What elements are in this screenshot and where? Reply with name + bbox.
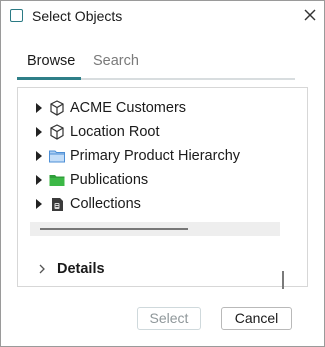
expand-arrow-icon[interactable] [36,199,42,209]
tree-item-publications[interactable]: Publications [24,168,274,192]
expand-arrow-icon[interactable] [36,103,42,113]
cube-icon [50,100,64,116]
folder-green-icon [49,175,65,186]
expand-arrow-icon[interactable] [36,175,42,185]
cube-icon [50,124,64,140]
vertical-scrollbar-thumb[interactable] [282,271,284,289]
tab-search[interactable]: Search [93,53,139,69]
tree-item-label: Location Root [70,124,160,140]
object-tree-panel: ACME Customers Location Root Primary Pro… [17,87,308,289]
active-tab-indicator [17,77,81,80]
tab-bar: Browse Search [17,43,297,83]
select-button[interactable]: Select [137,307,201,330]
details-section-toggle[interactable]: Details [36,260,236,280]
app-icon [10,9,23,22]
collection-icon [52,198,63,211]
tree-item-acme-customers[interactable]: ACME Customers [24,96,274,120]
dialog-title: Select Objects [32,8,123,24]
tree-item-location-root[interactable]: Location Root [24,120,274,144]
chevron-right-icon [39,264,45,274]
tree-item-label: Publications [70,172,149,188]
tab-browse[interactable]: Browse [27,53,75,69]
folder-blue-icon [49,150,65,163]
details-label: Details [57,261,105,277]
tree-item-label: ACME Customers [70,100,187,116]
tree-item-primary-product-hierarchy[interactable]: Primary Product Hierarchy [24,144,274,168]
title-bar: Select Objects [1,1,324,32]
horizontal-scrollbar-thumb[interactable] [40,228,188,230]
cancel-button[interactable]: Cancel [221,307,292,330]
horizontal-scrollbar[interactable] [30,222,280,236]
expand-arrow-icon[interactable] [36,127,42,137]
tree-item-label: Collections [70,196,141,212]
close-icon[interactable] [301,6,319,24]
expand-arrow-icon[interactable] [36,151,42,161]
tree-item-label: Primary Product Hierarchy [70,148,241,164]
tree-item-collections[interactable]: Collections [24,192,274,216]
select-objects-dialog: Select Objects Browse Search ACME Custom… [0,0,325,347]
